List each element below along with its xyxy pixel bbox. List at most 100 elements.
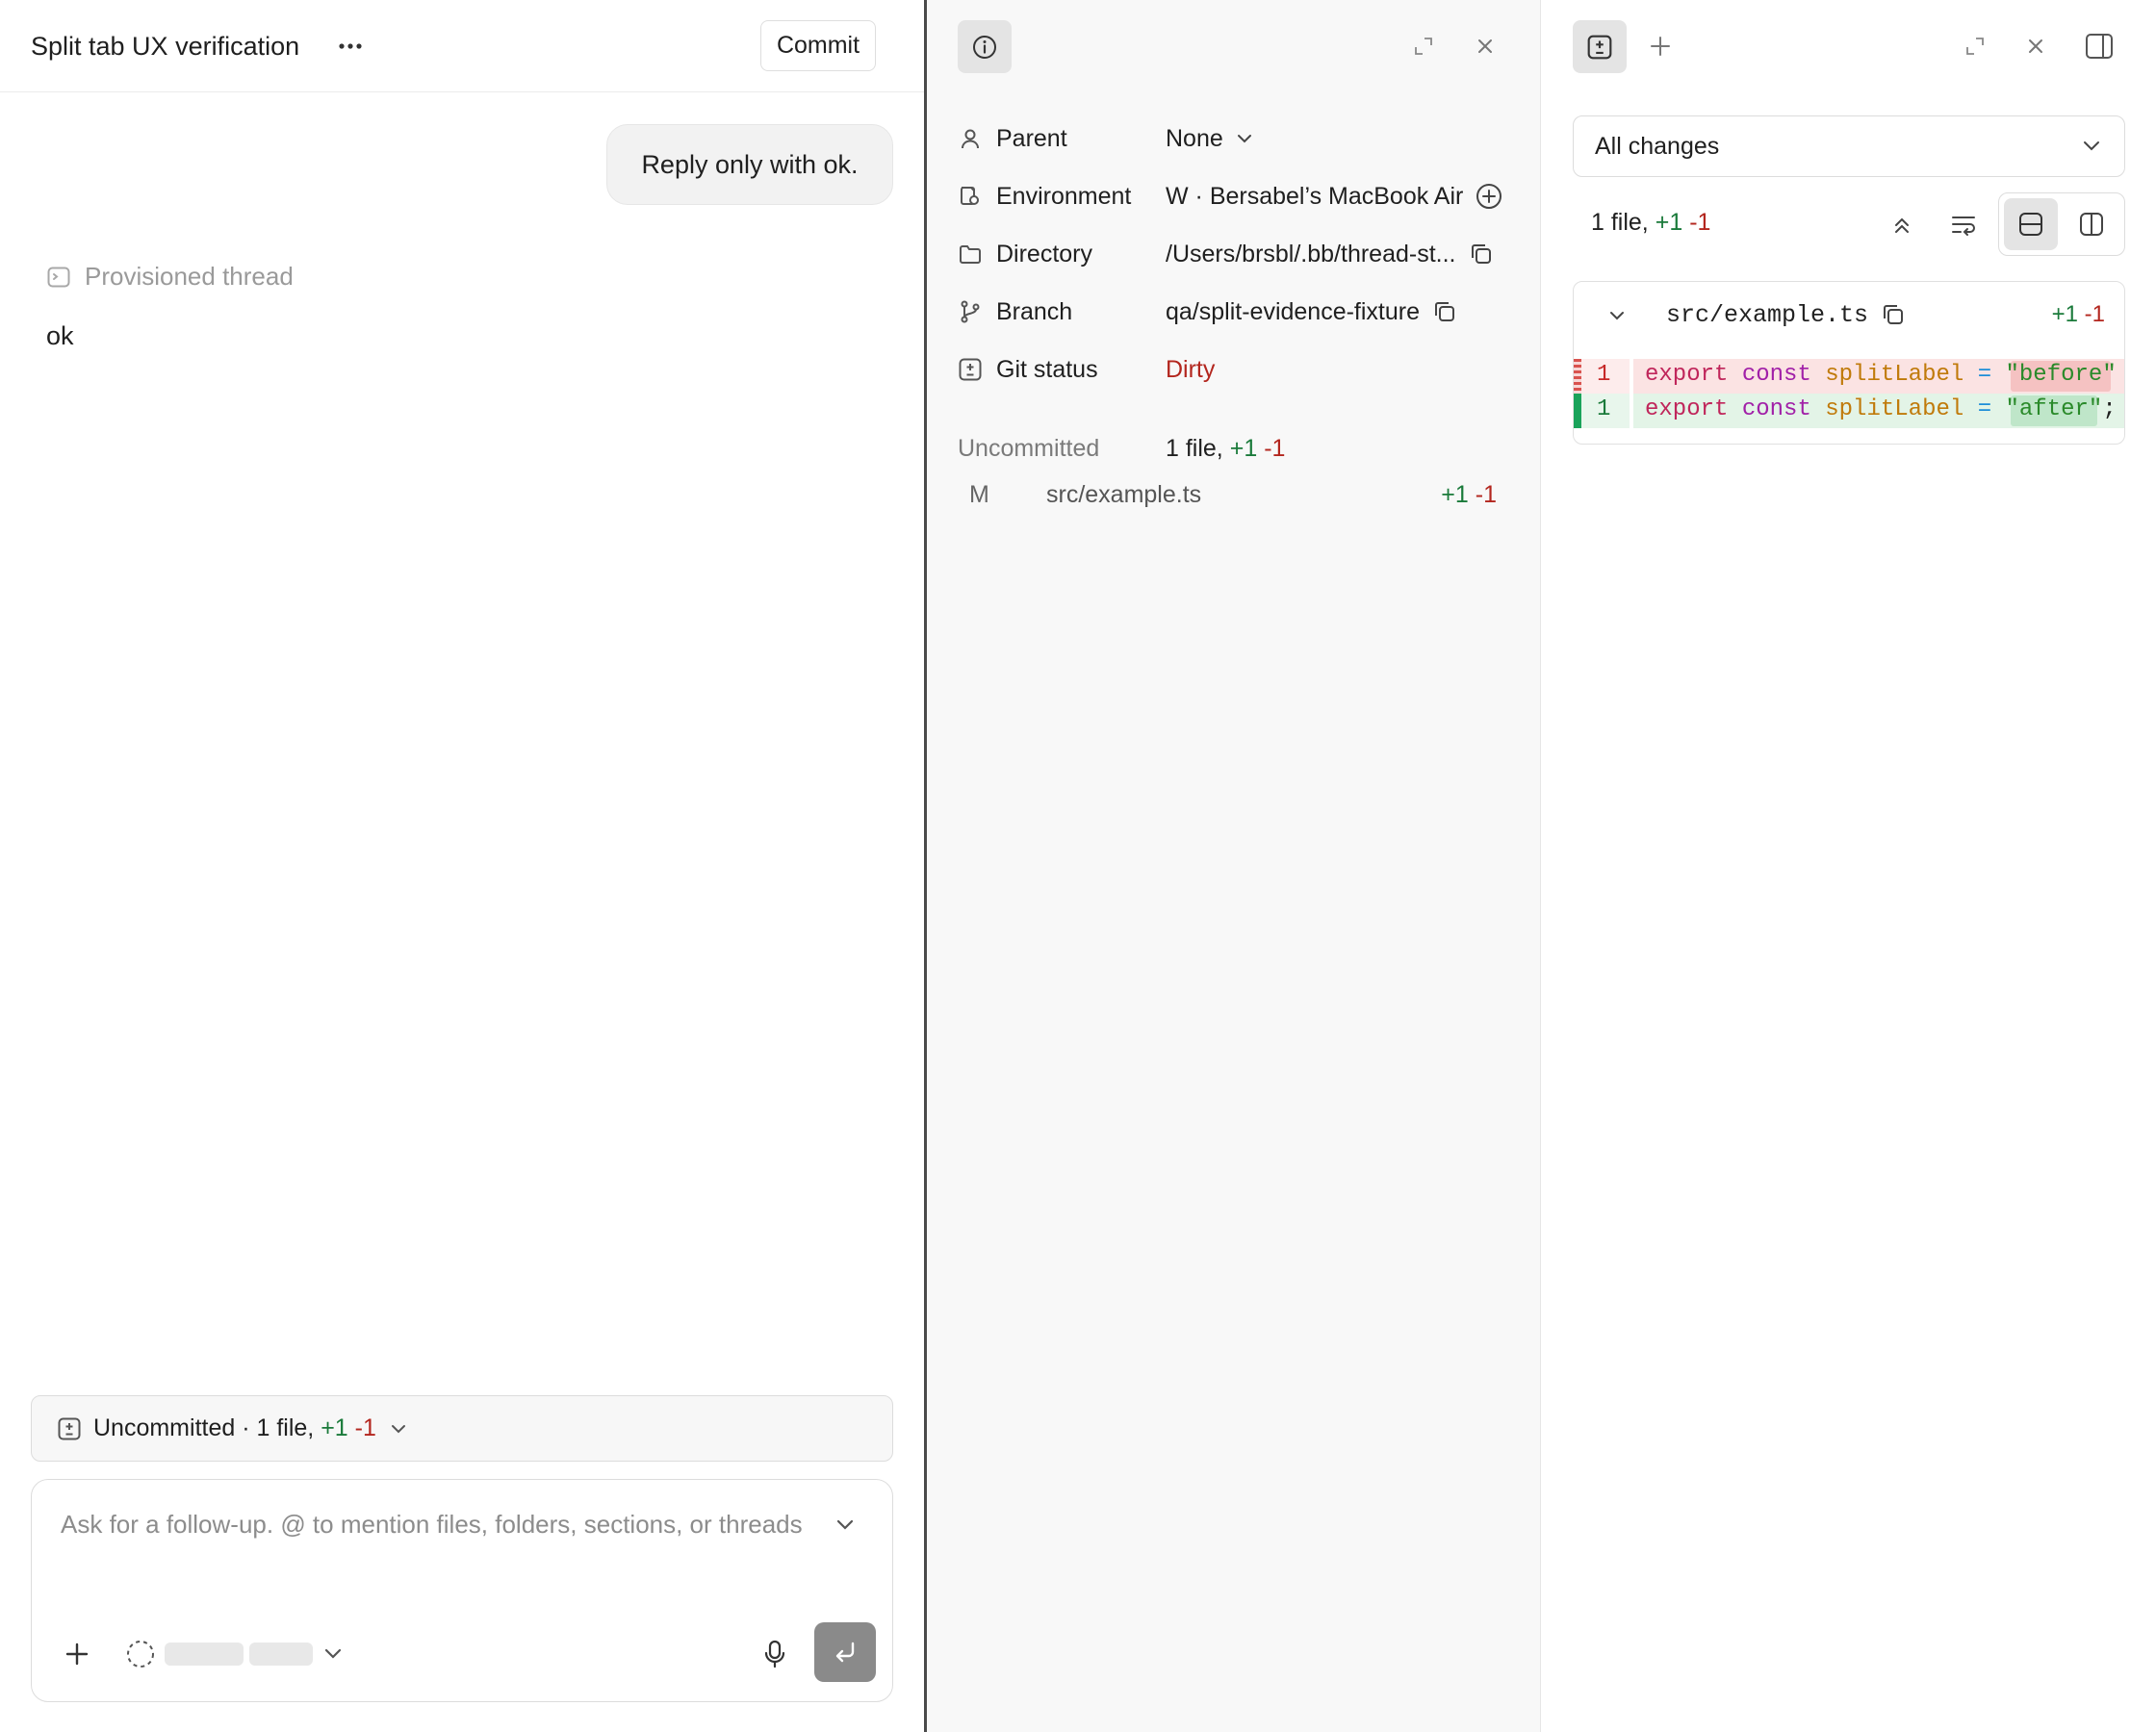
expand-composer-icon[interactable] [833,1513,858,1538]
more-options-icon[interactable] [333,29,368,64]
diff-file-name: src/example.ts [1666,301,1869,329]
copy-icon[interactable] [1431,298,1458,325]
diff-pane: All changes 1 file, +1 -1 src/example.ts [1541,0,2156,1732]
file-path: src/example.ts [1046,481,1202,508]
maximize-pane-icon[interactable] [1964,35,1987,58]
diff-summary: 1 file, +1 -1 [1591,209,1710,237]
toggle-sidebar-icon[interactable] [2084,31,2115,62]
thread-pane: Split tab UX verification Commit Reply o… [0,0,924,1732]
collapse-all-icon[interactable] [1888,212,1915,239]
added-count: +1 [1441,481,1469,508]
directory-row: Directory /Users/brsbl/.bb/thread-st... [958,235,1495,273]
chevron-down-icon [1237,135,1251,143]
new-tab-icon[interactable] [1647,33,1674,60]
removed-count: -1 [1475,481,1497,508]
loading-spinner-icon [125,1639,156,1669]
microphone-icon[interactable] [759,1638,790,1670]
info-icon [973,35,996,59]
person-icon [958,126,983,151]
diff-file-card: src/example.ts +1 -1 1 export const spli… [1573,281,2125,445]
directory-label: Directory [996,240,1093,267]
chevron-down-icon[interactable] [1606,305,1628,326]
parent-value: None [1166,124,1223,152]
model-chevron-down-icon[interactable] [321,1642,346,1667]
branch-label: Branch [996,297,1073,325]
split-view-button[interactable] [2065,198,2118,250]
environment-label: Environment [996,182,1132,210]
branch-row: Branch qa/split-evidence-fixture [958,293,1458,331]
added-count: +1 [321,1414,348,1441]
provisioned-text: Provisioned thread [85,262,294,291]
terminal-icon [46,265,71,290]
removed-count: -1 [1264,435,1286,462]
branch-value: qa/split-evidence-fixture [1166,297,1421,325]
diff-summary-text: 1 file, [1591,209,1649,236]
close-pane-icon[interactable] [1474,35,1497,58]
chevron-down-icon [388,1418,409,1439]
follow-up-input[interactable] [61,1503,831,1599]
commit-button[interactable]: Commit [760,20,876,71]
chevron-down-icon [2084,141,2099,151]
copy-icon[interactable] [1468,241,1495,267]
diff-code-removed: export const splitLabel = "before" [1645,362,2117,388]
summary-text: 1 file, [1166,435,1223,462]
add-attachment-icon[interactable] [63,1640,91,1668]
changes-filter-value: All changes [1595,132,1720,160]
thread-header: Split tab UX verification Commit [0,0,924,92]
diff-file-changes: +1 -1 [2052,301,2105,328]
uncommitted-changes-toggle[interactable]: Uncommitted · 1 file, +1 -1 [31,1395,893,1462]
assistant-reply: ok [46,321,74,350]
close-pane-icon[interactable] [2024,35,2047,58]
split-view-icon [2080,213,2103,236]
unified-view-button[interactable] [2004,198,2058,250]
added-count: +1 [1229,435,1258,462]
info-pane: Parent None Environment W · Bersabel’s M… [927,0,1541,1732]
git-status-value: Dirty [1166,355,1216,383]
parent-row: Parent None [958,119,1254,158]
changes-filter-select[interactable]: All changes [1573,115,2125,177]
file-changes: +1 -1 [1441,481,1497,509]
diff-tab[interactable] [1573,20,1627,73]
line-number: 1 [1597,362,1611,388]
provisioned-thread-label: Provisioned thread [46,262,294,292]
diff-line-removed: 1 export const splitLabel = "before" [1574,359,2124,394]
git-status-row: Git status Dirty [958,350,1215,389]
composer [31,1479,893,1702]
diff-code-added: export const splitLabel = "after"; [1645,396,2117,422]
parent-label: Parent [996,124,1067,152]
diff-file-header[interactable]: src/example.ts +1 -1 [1574,282,2124,349]
diff-icon [57,1416,82,1441]
environment-row: Environment W · Bersabel’s MacBook Air [958,177,1503,216]
word-wrap-icon[interactable] [1949,212,1978,239]
uncommitted-label: Uncommitted [958,435,1100,462]
copy-icon[interactable] [1880,301,1907,328]
diff-icon [958,357,983,382]
folder-icon [958,242,983,267]
uncommitted-summary: 1 file, +1 -1 [1166,435,1285,463]
environment-value: W · Bersabel’s MacBook Air [1166,182,1464,210]
branch-icon [958,299,983,324]
user-message-bubble: Reply only with ok. [606,124,893,205]
mode-placeholder [249,1643,313,1666]
model-placeholder [165,1643,244,1666]
directory-value: /Users/brsbl/.bb/thread-st... [1166,240,1456,267]
diff-view-toggle [1998,192,2125,256]
git-status-label: Git status [996,355,1098,383]
unified-view-icon [2019,213,2042,236]
uncommitted-prefix: Uncommitted · 1 file, [93,1414,315,1441]
diff-icon [1587,35,1612,59]
thread-title: Split tab UX verification [31,32,300,61]
removed-count: -1 [1689,209,1711,236]
info-tab[interactable] [958,20,1012,73]
send-button[interactable] [814,1622,876,1682]
added-count: +1 [1655,209,1683,236]
file-status: M [969,481,989,508]
removed-count: -1 [354,1414,376,1441]
file-list-item[interactable]: M src/example.ts +1 -1 [958,471,1508,522]
environment-icon [958,184,983,209]
parent-dropdown[interactable]: None [1166,125,1254,153]
added-count: +1 [2051,301,2078,327]
return-icon [835,1642,855,1663]
maximize-pane-icon[interactable] [1412,35,1435,58]
add-circle-icon[interactable] [1475,182,1503,211]
